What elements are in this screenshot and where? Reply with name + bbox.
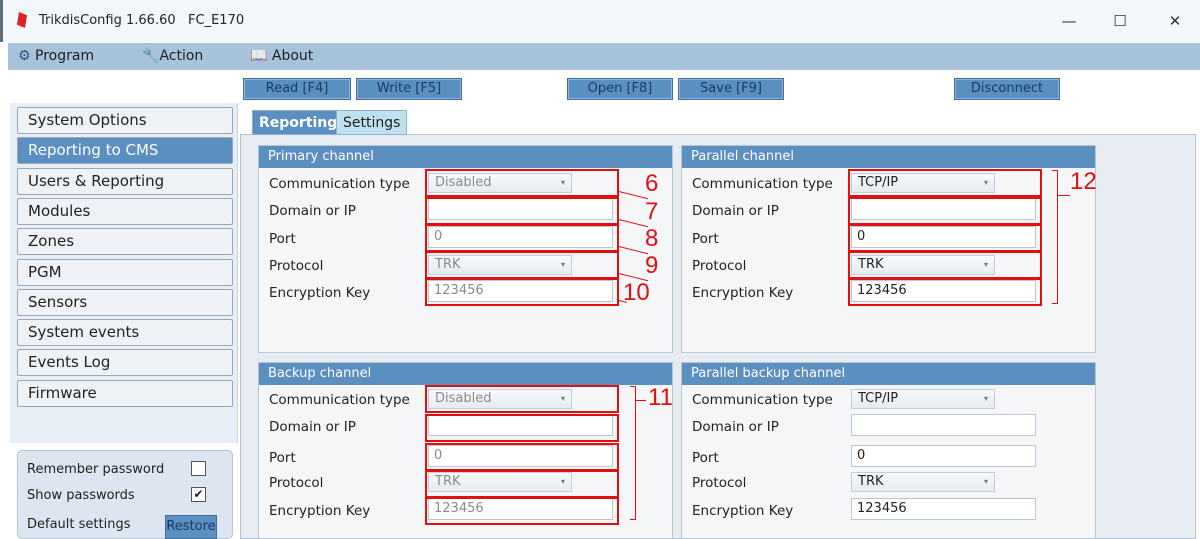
chevron-down-icon: ▾ (984, 390, 988, 408)
book-icon: 📖 (250, 48, 267, 64)
callout-leader-line (636, 400, 646, 401)
open-button[interactable]: Open [F8] (567, 78, 673, 100)
select-value: TRK (858, 474, 884, 489)
app-title: TrikdisConfig 1.66.60 (39, 13, 176, 28)
parallel-backup-encryption-key-input[interactable]: 123456 (851, 498, 1036, 520)
parallel-backup-port-input[interactable]: 0 (851, 445, 1036, 467)
device-name: FC_E170 (188, 13, 244, 28)
callout-box-10 (425, 278, 619, 306)
restore-button[interactable]: Restore (165, 515, 217, 539)
sidebar-item-users-reporting[interactable]: Users & Reporting (17, 168, 233, 195)
key-label: Encryption Key (269, 503, 370, 519)
callout-bracket-12 (1052, 170, 1058, 304)
callout-box-12 (848, 197, 1042, 225)
menu-about[interactable]: 📖 About (250, 48, 313, 64)
parallel-channel-title: Parallel channel (682, 146, 1095, 168)
protocol-label: Protocol (692, 475, 746, 491)
callout-box-8 (425, 224, 619, 252)
key-label: Encryption Key (269, 285, 370, 301)
sidebar-item-pgm[interactable]: PGM (17, 259, 233, 286)
callout-number: 7 (645, 198, 658, 226)
default-settings-label: Default settings (27, 517, 130, 532)
menu-action[interactable]: 🔧Action (142, 48, 203, 64)
port-label: Port (269, 231, 296, 247)
menu-program[interactable]: ⚙ Program (18, 48, 94, 64)
menu-label: Action (159, 48, 203, 64)
callout-number-12: 12 (1070, 168, 1097, 196)
comm-label: Communication type (692, 392, 833, 408)
chevron-down-icon: ▾ (984, 473, 988, 491)
callout-number: 8 (645, 225, 658, 253)
sidebar-item-events-log[interactable]: Events Log (17, 349, 233, 376)
disconnect-button[interactable]: Disconnect (954, 78, 1060, 100)
callout-box-6 (425, 169, 619, 197)
callout-leader-line (1058, 195, 1070, 196)
menu-label: About (272, 48, 313, 64)
menu-label: Program (35, 48, 94, 64)
callout-box-12 (848, 169, 1042, 197)
sidebar-item-sensors[interactable]: Sensors (17, 289, 233, 316)
sidebar-item-firmware[interactable]: Firmware (17, 380, 233, 407)
backup-channel-title: Backup channel (259, 363, 672, 385)
callout-number: 10 (623, 279, 650, 307)
title-bar: TrikdisConfig 1.66.60 FC_E170 — ☐ ✕ (0, 0, 1200, 42)
callout-bracket-11 (630, 386, 636, 520)
sidebar-item-modules[interactable]: Modules (17, 198, 233, 225)
minimize-button[interactable]: — (1055, 8, 1083, 34)
sidebar-item-system-options[interactable]: System Options (17, 107, 233, 134)
callout-box-12 (848, 251, 1042, 279)
parallel-backup-domain-ip-input[interactable] (851, 414, 1036, 436)
comm-label: Communication type (269, 392, 410, 408)
gear-icon: ⚙ (18, 48, 31, 64)
port-label: Port (269, 450, 296, 466)
port-label: Port (692, 231, 719, 247)
port-label: Port (692, 450, 719, 466)
comm-label: Communication type (692, 176, 833, 192)
comm-label: Communication type (269, 176, 410, 192)
callout-box-11 (425, 414, 619, 442)
protocol-label: Protocol (692, 258, 746, 274)
close-button[interactable]: ✕ (1161, 8, 1189, 34)
show-passwords-checkbox[interactable]: ✔ (191, 487, 206, 502)
maximize-button[interactable]: ☐ (1106, 8, 1134, 34)
callout-box-11 (425, 497, 619, 525)
primary-channel-title: Primary channel (259, 146, 672, 168)
key-label: Encryption Key (692, 285, 793, 301)
tab-settings[interactable]: Settings (336, 110, 407, 135)
select-value: TCP/IP (858, 391, 898, 406)
domain-label: Domain or IP (692, 203, 779, 219)
remember-password-checkbox[interactable] (191, 461, 206, 476)
callout-box-11 (425, 443, 619, 471)
key-label: Encryption Key (692, 503, 793, 519)
show-passwords-label: Show passwords (27, 488, 135, 503)
callout-number: 6 (645, 170, 658, 198)
callout-box-12 (848, 278, 1042, 306)
wrench-icon: 🔧 (142, 48, 159, 64)
domain-label: Domain or IP (269, 203, 356, 219)
sidebar-item-zones[interactable]: Zones (17, 228, 233, 255)
callout-box-7 (425, 197, 619, 225)
callout-box-11 (425, 470, 619, 498)
save-button[interactable]: Save [F9] (678, 78, 784, 100)
window-title: TrikdisConfig 1.66.60 FC_E170 (39, 13, 244, 28)
sidebar-item-system-events[interactable]: System events (17, 319, 233, 346)
tab-reporting[interactable]: Reporting (252, 110, 344, 135)
remember-password-label: Remember password (27, 462, 164, 477)
parallel-backup-channel-title: Parallel backup channel (682, 363, 1095, 385)
sidebar-item-reporting-to-cms[interactable]: Reporting to CMS (17, 137, 233, 164)
parallel-backup-communication-type-select[interactable]: TCP/IP ▾ (851, 389, 995, 409)
write-button[interactable]: Write [F5] (356, 78, 462, 100)
domain-label: Domain or IP (692, 419, 779, 435)
read-button[interactable]: Read [F4] (243, 78, 351, 100)
callout-box-11 (425, 385, 619, 413)
callout-number-11: 11 (648, 384, 673, 412)
parallel-backup-protocol-select[interactable]: TRK ▾ (851, 472, 995, 492)
callout-box-12 (848, 224, 1042, 252)
protocol-label: Protocol (269, 475, 323, 491)
app-logo-icon (17, 12, 27, 28)
callout-number: 9 (645, 252, 658, 280)
domain-label: Domain or IP (269, 419, 356, 435)
callout-box-9 (425, 251, 619, 279)
protocol-label: Protocol (269, 258, 323, 274)
